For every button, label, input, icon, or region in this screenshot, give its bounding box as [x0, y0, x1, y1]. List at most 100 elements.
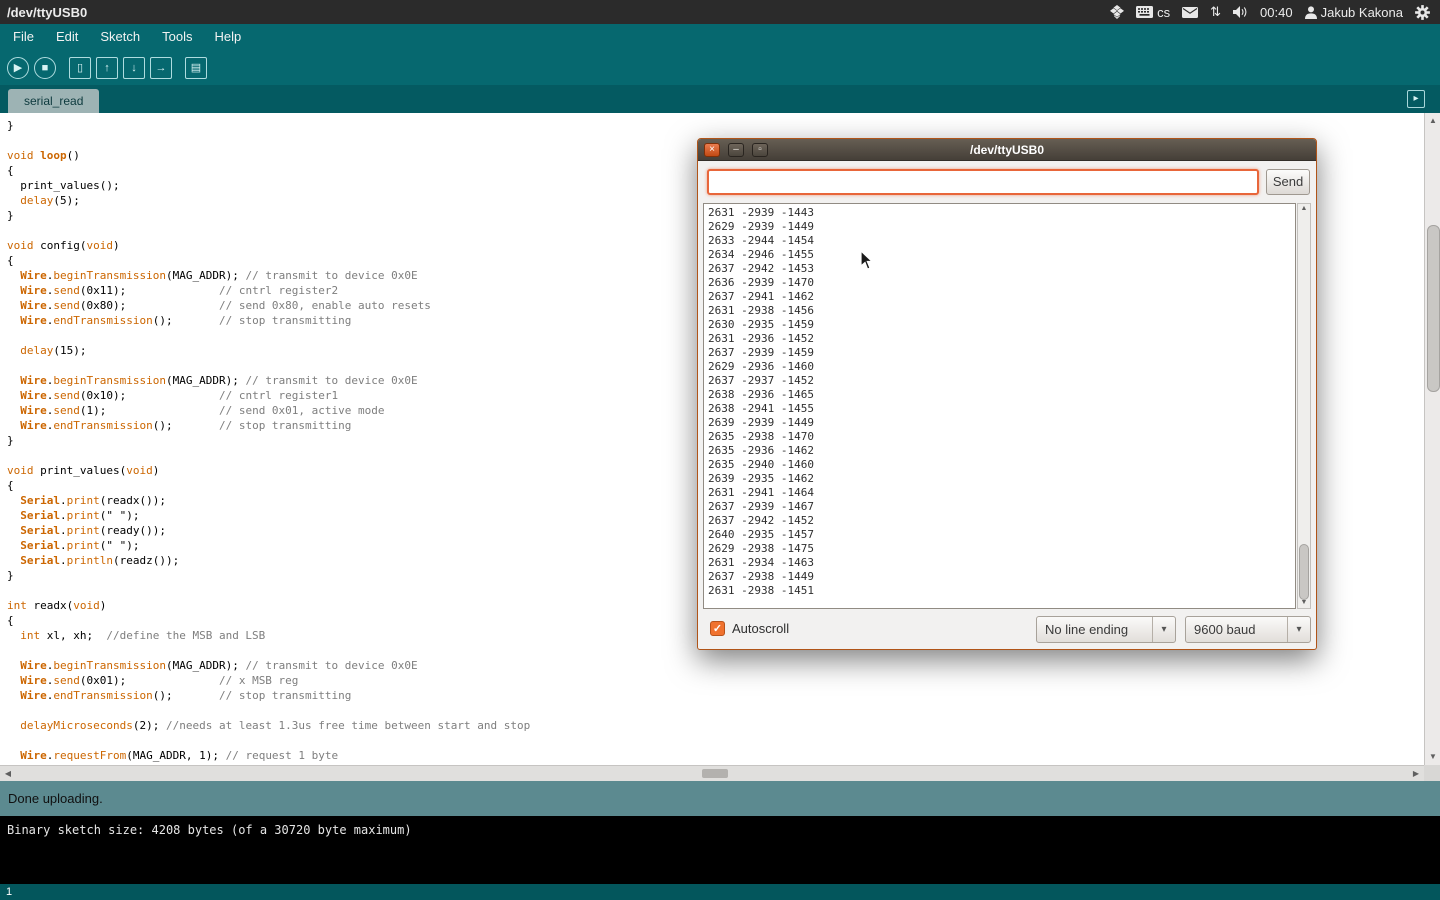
clock[interactable]: 00:40 [1260, 5, 1293, 20]
code-line [7, 733, 1424, 748]
network-transfer-icon[interactable]: ⇅ [1210, 4, 1221, 20]
menu-item-file[interactable]: File [2, 24, 45, 50]
menu-item-tools[interactable]: Tools [151, 24, 203, 50]
serial-scroll-down-icon[interactable]: ▼ [1298, 598, 1310, 608]
menu-item-sketch[interactable]: Sketch [89, 24, 151, 50]
line-indicator-bar: 1 [0, 884, 1440, 900]
menu-item-help[interactable]: Help [203, 24, 252, 50]
stop-button[interactable]: ■ [34, 57, 56, 79]
horizontal-scroll-thumb[interactable] [702, 769, 728, 778]
checkmark-icon: ✓ [713, 623, 722, 635]
stop-icon: ■ [42, 62, 49, 74]
keyboard-icon [1136, 6, 1153, 18]
serial-scroll-thumb[interactable] [1299, 544, 1309, 600]
close-button[interactable]: × [704, 143, 720, 157]
serial-monitor-icon: ▤ [191, 61, 201, 74]
autoscroll-label: Autoscroll [732, 621, 789, 636]
current-line-number: 1 [6, 886, 12, 898]
serial-line: 2635 -2940 -1460 [708, 458, 1295, 472]
new-sketch-icon: ▯ [77, 61, 83, 74]
serial-scroll-up-icon[interactable]: ▲ [1298, 204, 1310, 214]
serial-monitor-button[interactable]: ▤ [185, 57, 207, 79]
code-line: delayMicroseconds(2); //needs at least 1… [7, 718, 1424, 733]
send-button[interactable]: Send [1266, 169, 1310, 195]
keyboard-layout-label: cs [1157, 5, 1170, 20]
scroll-left-icon[interactable]: ◀ [0, 766, 16, 782]
minimize-button[interactable]: – [728, 143, 744, 157]
code-line [7, 703, 1424, 718]
upload-button[interactable]: → [150, 57, 172, 79]
serial-line: 2637 -2942 -1453 [708, 262, 1295, 276]
new-sketch-button[interactable]: ▯ [69, 57, 91, 79]
toolbar-buttons: ▶ ■ ▯ ↑ ↓ → ▤ [0, 50, 1440, 85]
volume-icon[interactable] [1233, 6, 1248, 18]
serial-line: 2629 -2936 -1460 [708, 360, 1295, 374]
code-line: Wire.send(0x01); // x MSB reg [7, 673, 1424, 688]
serial-line: 2631 -2938 -1451 [708, 584, 1295, 598]
scroll-down-icon[interactable]: ▼ [1425, 749, 1440, 765]
serial-line: 2637 -2939 -1467 [708, 500, 1295, 514]
scrollbar-corner [1424, 765, 1440, 781]
chevron-down-icon: ▾ [1152, 617, 1175, 642]
user-menu[interactable]: Jakub Kakona [1305, 5, 1403, 20]
baud-rate-value: 9600 baud [1186, 622, 1287, 637]
console-line: Binary sketch size: 4208 bytes (of a 307… [7, 823, 1440, 837]
autoscroll-checkbox[interactable]: ✓ [710, 621, 725, 636]
baud-rate-dropdown[interactable]: 9600 baud ▾ [1185, 616, 1311, 643]
menu-item-edit[interactable]: Edit [45, 24, 89, 50]
username-label: Jakub Kakona [1321, 5, 1403, 20]
console-output: Binary sketch size: 4208 bytes (of a 307… [0, 816, 1440, 884]
serial-send-input[interactable] [707, 169, 1259, 195]
editor-vertical-scrollbar[interactable]: ▲ ▼ [1424, 113, 1440, 765]
status-bar: Done uploading. [0, 781, 1440, 816]
session-gear-icon[interactable] [1415, 5, 1430, 20]
active-window-title: /dev/ttyUSB0 [0, 5, 87, 20]
serial-line: 2634 -2946 -1455 [708, 248, 1295, 262]
serial-line: 2636 -2939 -1470 [708, 276, 1295, 290]
dropbox-icon[interactable] [1110, 5, 1124, 19]
serial-monitor-titlebar[interactable]: × – ▫ /dev/ttyUSB0 [698, 139, 1316, 161]
open-sketch-icon: ↑ [104, 62, 110, 74]
line-ending-dropdown[interactable]: No line ending ▾ [1036, 616, 1176, 643]
serial-scrollbar[interactable]: ▲ ▼ [1297, 203, 1311, 609]
serial-line: 2629 -2938 -1475 [708, 542, 1295, 556]
tab-serial-read[interactable]: serial_read [8, 89, 99, 113]
editor-horizontal-scrollbar[interactable]: ◀ ▶ [0, 765, 1424, 781]
serial-line: 2639 -2935 -1462 [708, 472, 1295, 486]
status-message: Done uploading. [8, 791, 103, 806]
serial-line: 2637 -2939 -1459 [708, 346, 1295, 360]
verify-icon: ▶ [14, 61, 22, 74]
tab-menu-icon: ▸ [1413, 93, 1418, 104]
serial-line: 2637 -2937 -1452 [708, 374, 1295, 388]
serial-line: 2637 -2941 -1462 [708, 290, 1295, 304]
upload-icon: → [156, 62, 167, 74]
serial-line: 2631 -2938 -1456 [708, 304, 1295, 318]
serial-line: 2631 -2941 -1464 [708, 486, 1295, 500]
serial-line: 2640 -2935 -1457 [708, 528, 1295, 542]
code-line: } [7, 118, 1424, 133]
serial-line: 2638 -2936 -1465 [708, 388, 1295, 402]
serial-line: 2630 -2935 -1459 [708, 318, 1295, 332]
code-line: Wire.requestFrom(MAG_ADDR, 1); // reques… [7, 748, 1424, 763]
serial-line: 2631 -2934 -1463 [708, 556, 1295, 570]
scroll-up-icon[interactable]: ▲ [1425, 113, 1440, 129]
mouse-cursor [860, 250, 874, 270]
code-line: Wire.beginTransmission(MAG_ADDR); // tra… [7, 658, 1424, 673]
menu-bar: FileEditSketchToolsHelp [0, 24, 1440, 50]
line-ending-value: No line ending [1037, 622, 1152, 637]
code-line: Wire.endTransmission(); // stop transmit… [7, 688, 1424, 703]
chevron-down-icon: ▾ [1287, 617, 1310, 642]
serial-line: 2631 -2936 -1452 [708, 332, 1295, 346]
tab-bar: serial_read ▸ [0, 85, 1440, 113]
keyboard-layout-indicator[interactable]: cs [1136, 5, 1170, 20]
vertical-scroll-thumb[interactable] [1427, 225, 1440, 392]
open-sketch-button[interactable]: ↑ [96, 57, 118, 79]
verify-button[interactable]: ▶ [7, 57, 29, 79]
tab-menu-button[interactable]: ▸ [1407, 90, 1425, 108]
maximize-button[interactable]: ▫ [752, 143, 768, 157]
scroll-right-icon[interactable]: ▶ [1408, 766, 1424, 782]
serial-line: 2637 -2942 -1452 [708, 514, 1295, 528]
mail-icon[interactable] [1182, 7, 1198, 18]
save-sketch-button[interactable]: ↓ [123, 57, 145, 79]
serial-line: 2635 -2936 -1462 [708, 444, 1295, 458]
